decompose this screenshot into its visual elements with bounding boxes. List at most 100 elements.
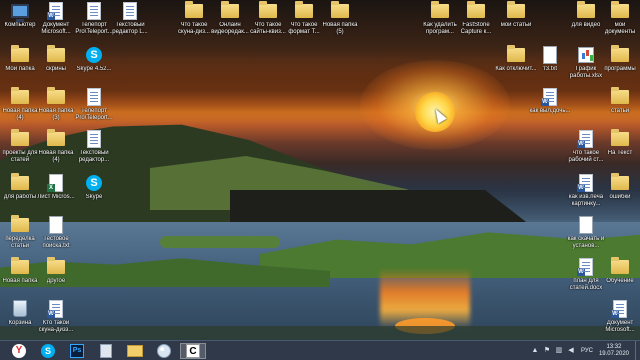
desktop-icon[interactable]: Лист Micros... [36, 174, 76, 201]
desktop-icon[interactable]: Компьютер [0, 2, 40, 29]
desktop-icon[interactable]: Телепорт Pro\Teleport... [74, 2, 114, 36]
desktop-icon[interactable]: мои статьи [496, 1, 536, 29]
taskbar-file-explorer-button[interactable] [122, 343, 148, 359]
desktop-icon-label: программы [604, 66, 636, 72]
desktop-icon[interactable]: Документ Microsoft... [600, 300, 640, 334]
word-document-icon [47, 300, 65, 318]
desktop-icon[interactable]: Документ Microsoft... [36, 2, 76, 36]
volume-icon[interactable]: ◀ [567, 347, 575, 355]
desktop-icon[interactable]: Новая папка (4) [0, 87, 40, 122]
clock-date: 19.07.2020 [598, 351, 629, 357]
desktop-icon[interactable]: мои документы [600, 1, 640, 36]
desktop-icon[interactable]: как скачать и установ... [566, 216, 606, 250]
excel-sheet-icon [47, 174, 65, 192]
desktop-icon-label: мои статьи [500, 22, 532, 28]
folder-icon [11, 87, 29, 106]
folder-icon [11, 257, 29, 276]
desktop-icon-label: статьи [610, 108, 630, 114]
word-document-icon [541, 88, 559, 106]
desktop-icon[interactable]: На Текст [600, 129, 640, 157]
file-explorer-icon [127, 345, 143, 357]
skype-icon: S [85, 174, 103, 192]
network-icon[interactable]: ▥ [555, 347, 563, 355]
desktop-icon[interactable]: Новая папка (4) [36, 129, 76, 164]
spreadsheet-chart-icon [577, 46, 595, 64]
taskbar-yandex-browser-button[interactable]: Y [6, 343, 32, 359]
desktop-icon[interactable]: Что такое скуна-диз... [174, 1, 214, 36]
desktop-icon[interactable]: программы [600, 45, 640, 73]
desktop-icon[interactable]: другое [36, 257, 76, 285]
desktop-icon[interactable]: скрины [36, 45, 76, 73]
desktop-icon[interactable]: Новая папка (5) [320, 1, 360, 36]
desktop-icon[interactable]: т3.txt [530, 46, 570, 73]
flag-icon[interactable]: ⚑ [543, 347, 551, 355]
desktop-icon[interactable]: Что такое формат Т... [284, 1, 324, 36]
wallpaper-shore [0, 326, 640, 340]
folder-icon [295, 1, 313, 20]
desktop-icon-label: мои документы [604, 22, 636, 35]
taskbar-paint-button[interactable] [151, 343, 177, 359]
chevron-up-icon[interactable]: ▲ [531, 347, 539, 355]
desktop-icon[interactable]: Телепорт Pro\Teleport... [74, 88, 114, 122]
folder-icon [331, 1, 349, 20]
folder-icon [47, 45, 65, 64]
desktop-icon[interactable]: Текстовый редактор... [74, 130, 114, 164]
text-file-icon [47, 216, 65, 234]
desktop-icon[interactable]: как выл.дочь... [529, 88, 571, 115]
word-document-icon [577, 130, 595, 148]
desktop-icon-label: как скачать и установ... [567, 236, 605, 249]
desktop-icon[interactable]: Как удалить програм... [420, 1, 460, 36]
desktop-icon-label: Новая папка (5) [322, 22, 358, 35]
desktop-icon-label: Skype 4.52... [76, 66, 112, 72]
taskbar-document-button[interactable] [93, 343, 119, 359]
folder-icon [47, 87, 65, 106]
desktop-icon[interactable]: Тестовое поиска.txt [36, 216, 76, 250]
folder-icon [611, 257, 629, 276]
desktop-icon[interactable]: Мои папка [0, 45, 40, 73]
wallpaper-reeds [160, 236, 280, 248]
folder-icon [507, 1, 525, 20]
desktop-icon[interactable]: Текстовый редактор L... [110, 2, 150, 36]
language-indicator[interactable]: РУС [581, 348, 593, 354]
desktop-icon-label: Текстовый редактор... [78, 150, 110, 163]
taskbar-photoshop-button[interactable]: Ps [64, 343, 90, 359]
desktop-icon-label: Текстовый редактор L... [112, 22, 148, 35]
desktop-icon[interactable]: Онлайн видеоредак... [210, 1, 250, 36]
taskbar-skype-button[interactable]: S [35, 343, 61, 359]
desktop-icon[interactable]: статьи [600, 87, 640, 115]
folder-icon [11, 173, 29, 192]
document-icon [85, 88, 103, 106]
desktop-icon-label: другое [46, 278, 66, 284]
desktop-icon[interactable]: Обучение [600, 257, 640, 285]
folder-icon [611, 129, 629, 148]
text-file-icon [577, 216, 595, 234]
folder-icon [611, 87, 629, 106]
desktop-icon[interactable]: S Skype [74, 174, 114, 201]
desktop-icon[interactable]: S Skype 4.52... [74, 46, 114, 73]
desktop-icon[interactable]: Корзина [0, 300, 40, 327]
document-icon [85, 130, 103, 148]
desktop-icon[interactable]: Новая папка [0, 257, 40, 285]
desktop-icon[interactable]: для работы [0, 173, 40, 201]
desktop-icon-label: как выл.дочь... [529, 108, 571, 114]
folder-icon [467, 1, 485, 20]
paint-icon [157, 344, 171, 358]
desktop-icon[interactable]: переделка статьи [0, 215, 40, 250]
desktop-icon[interactable]: Новая папка (3) [36, 87, 76, 122]
folder-icon [431, 1, 449, 20]
desktop-icon-label: ошибки [609, 194, 631, 200]
system-tray: ▲ ⚑ ▥ ◀ РУС 13:32 19.07.2020 [529, 341, 640, 360]
desktop-icon[interactable]: Кто такой скуна-дизз... [36, 300, 76, 334]
folder-icon [47, 257, 65, 276]
desktop-icon-label: Кто такой скуна-дизз... [38, 320, 74, 333]
taskbar-capture-app-button[interactable]: C [180, 343, 206, 359]
desktop-icon[interactable]: Что такое сайты-квиз... [248, 1, 288, 36]
folder-icon [507, 45, 525, 64]
yandex-browser-icon: Y [12, 344, 26, 358]
desktop-icon-label: Лист Micros... [37, 194, 75, 200]
desktop-icon[interactable]: ошибки [600, 173, 640, 201]
desktop-icon[interactable]: проекты для статей [0, 129, 40, 164]
desktop-icon[interactable]: FastStone Capture к... [456, 1, 496, 36]
show-desktop-button[interactable] [635, 341, 640, 360]
clock[interactable]: 13:32 19.07.2020 [599, 344, 629, 358]
